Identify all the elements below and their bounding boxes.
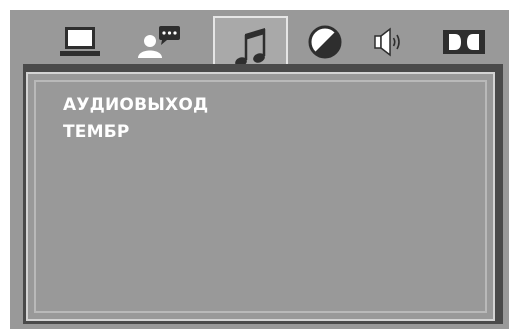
menu-item-tone[interactable]: ТЕМБР	[63, 119, 208, 146]
tab-video[interactable]	[300, 20, 350, 64]
speaker-icon	[374, 27, 400, 57]
tab-speaker[interactable]	[362, 20, 412, 64]
tab-dolby[interactable]	[439, 20, 489, 64]
tab-general[interactable]	[55, 20, 105, 64]
setup-screen: АУДИОВЫХОД ТЕМБР	[10, 10, 509, 329]
person-speech-icon	[138, 26, 180, 58]
monitor-icon	[60, 27, 100, 56]
audio-menu-list: АУДИОВЫХОД ТЕМБР	[63, 92, 208, 146]
contrast-circle-icon	[308, 25, 342, 59]
dolby-icon	[443, 30, 485, 54]
menu-item-audio-output[interactable]: АУДИОВЫХОД	[63, 92, 208, 119]
tab-language[interactable]	[134, 20, 184, 64]
